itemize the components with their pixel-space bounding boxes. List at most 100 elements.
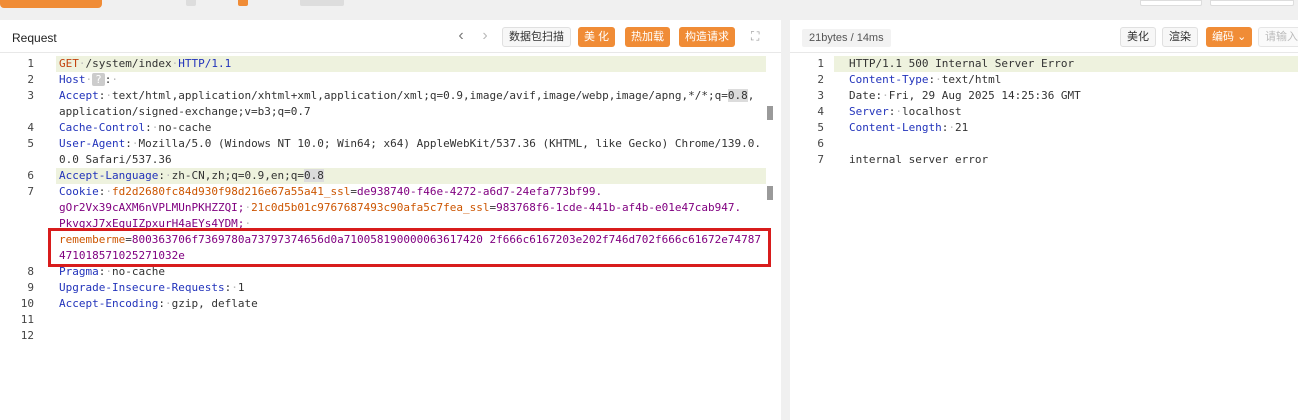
header-cache-control: Cache-Control:·no-cache <box>59 121 212 134</box>
header-value: gzip, deflate <box>171 297 258 310</box>
header-value: application/signed-exchange;v=b3;q=0.7 <box>59 105 311 118</box>
http-method: GET <box>59 57 79 70</box>
header-accept-language: Accept-Language:·zh-CN,zh;q=0.9,en;q=0.8 <box>59 169 324 182</box>
chevron-right-icon[interactable]: › <box>477 28 493 46</box>
header-value: localhost <box>902 105 962 118</box>
request-pane: Request ‹ › 数据包扫描 美 化 热加载 构造请求 ⛶ 1 2 3 4… <box>0 20 781 420</box>
header-value: text/html,application/xhtml+xml,applicat… <box>112 89 728 102</box>
cookie-value: 983768f6-1cde-441b-af4b-e01e47cab947. <box>496 201 742 214</box>
line-number: 10 <box>20 297 34 310</box>
cookie-value: gOr2Vx39cAXM6nVPLMUnPKHZZQI; <box>59 201 245 214</box>
send-button[interactable] <box>0 0 102 8</box>
response-size-badge: 21bytes / 14ms <box>802 29 891 47</box>
line-number: 11 <box>20 313 34 326</box>
header-key: Upgrade-Insecure-Requests <box>59 281 225 294</box>
hot-load-button[interactable]: 热加载 <box>625 27 670 47</box>
beautify-button[interactable]: 美 化 <box>578 27 616 47</box>
header-value: no-cache <box>158 121 212 134</box>
line-number: 6 <box>817 137 824 150</box>
response-header-line: Server:·localhost <box>849 105 962 118</box>
response-header-line: Date:·Fri, 29 Aug 2025 14:25:36 GMT <box>849 89 1081 102</box>
header-accept-cont: application/signed-exchange;v=b3;q=0.7 <box>59 104 311 120</box>
toolbar-button[interactable] <box>1140 0 1202 6</box>
header-cookie-cont: gOr2Vx39cAXM6nVPLMUnPKHZZQI;·21c0d5b01c9… <box>59 201 742 214</box>
header-key: Cache-Control <box>59 121 146 134</box>
header-key: Host <box>59 73 86 86</box>
line-number: 5 <box>27 137 34 150</box>
line-number: 6 <box>27 169 34 182</box>
request-header: Request ‹ › 数据包扫描 美 化 热加载 构造请求 ⛶ <box>0 20 781 53</box>
request-path: /system/index <box>85 57 172 70</box>
line-number: 2 <box>27 73 34 86</box>
header-value: zh-CN,zh;q=0.9,en;q= <box>171 169 305 182</box>
header-key: Server <box>849 105 889 118</box>
render-button[interactable]: 渲染 <box>1162 27 1198 47</box>
toolbar-item[interactable] <box>300 0 344 6</box>
line-number: 4 <box>817 105 824 118</box>
cookie-value: de938740-f46e-4272-a6d7-24efa773bf99. <box>357 185 603 198</box>
header-value: 1 <box>237 281 245 294</box>
response-header-line: Content-Type:·text/html <box>849 73 1002 86</box>
body-text: internal server error <box>849 153 989 166</box>
header-host: Host·?:· <box>59 73 118 86</box>
construct-request-button[interactable]: 构造请求 <box>679 27 735 47</box>
help-badge[interactable]: ? <box>92 73 105 86</box>
input-field[interactable]: 请输入 <box>1258 27 1298 47</box>
header-value-selected: 0.8 <box>304 169 324 182</box>
line-number: 1 <box>817 57 824 70</box>
header-cookie: Cookie:·fd2d2680fc84d930f98d216e67a55a41… <box>59 185 603 198</box>
header-key: Accept <box>59 89 99 102</box>
scroll-marker[interactable] <box>767 186 773 200</box>
line-number: 3 <box>817 89 824 102</box>
expand-icon[interactable]: ⛶ <box>751 29 765 43</box>
toolbar-button[interactable] <box>1210 0 1294 6</box>
chevron-down-icon: ⌄ <box>1237 31 1247 43</box>
line-number: 3 <box>27 89 34 102</box>
request-line: GET·/system/index·HTTP/1.1 <box>59 57 232 70</box>
header-upgrade-insecure: Upgrade-Insecure-Requests:·1 <box>59 281 245 294</box>
checkbox[interactable] <box>186 0 196 6</box>
header-key: User-Agent <box>59 137 126 150</box>
status-line: HTTP/1.1 500 Internal Server Error <box>849 56 1074 72</box>
header-key: Cookie <box>59 185 99 198</box>
cookie-name: fd2d2680fc84d930f98d216e67a55a41_ssl <box>112 185 351 198</box>
beautify-button[interactable]: 美化 <box>1120 27 1156 47</box>
header-value: Mozilla/5.0 (Windows NT 10.0; Win64; x64… <box>138 137 762 150</box>
line-number: 12 <box>20 329 34 342</box>
header-accept-encoding: Accept-Encoding:·gzip, deflate <box>59 297 258 310</box>
header-value: 21 <box>954 121 969 134</box>
highlight-box <box>48 228 771 267</box>
response-body: internal server error <box>849 152 988 168</box>
line-number: 9 <box>27 281 34 294</box>
radio[interactable] <box>238 0 248 6</box>
response-viewer[interactable]: 1 2 3 4 5 6 7 HTTP/1.1 500 Internal Serv… <box>790 54 1298 420</box>
encoding-label: 编码 <box>1212 31 1234 43</box>
header-key: Date <box>849 89 876 102</box>
encoding-dropdown[interactable]: 编码 ⌄ <box>1206 27 1253 47</box>
line-number: 7 <box>817 153 824 166</box>
cookie-name: 21c0d5b01c9767687493c90afa5c7fea_ssl <box>251 201 490 214</box>
header-user-agent: User-Agent:·Mozilla/5.0 (Windows NT 10.0… <box>59 137 762 150</box>
chevron-left-icon[interactable]: ‹ <box>453 28 469 46</box>
line-number: 2 <box>817 73 824 86</box>
top-toolbar-strip <box>0 0 1298 12</box>
packet-scan-button[interactable]: 数据包扫描 <box>502 27 571 47</box>
header-value: 0.0 Safari/537.36 <box>59 153 172 166</box>
http-version: HTTP/1.1 <box>178 57 232 70</box>
response-header: 21bytes / 14ms 美化 渲染 编码 ⌄ 请输入 <box>790 20 1298 53</box>
line-number: 4 <box>27 121 34 134</box>
line-number: 5 <box>817 121 824 134</box>
header-value: Fri, 29 Aug 2025 14:25:36 GMT <box>888 89 1081 102</box>
request-title: Request <box>12 31 57 45</box>
header-user-agent-cont: 0.0 Safari/537.36 <box>59 152 172 168</box>
status-text: HTTP/1.1 500 Internal Server Error <box>849 57 1075 70</box>
scroll-marker[interactable] <box>767 106 773 120</box>
response-pane: 21bytes / 14ms 美化 渲染 编码 ⌄ 请输入 1 2 3 4 5 … <box>790 20 1298 420</box>
header-key: Accept-Encoding <box>59 297 159 310</box>
line-number: 7 <box>27 185 34 198</box>
header-accept: Accept:·text/html,application/xhtml+xml,… <box>59 89 755 102</box>
header-key: Content-Type <box>849 73 929 86</box>
header-key: Accept-Language <box>59 169 159 182</box>
line-number: 1 <box>27 57 34 70</box>
header-value: , <box>747 89 755 102</box>
